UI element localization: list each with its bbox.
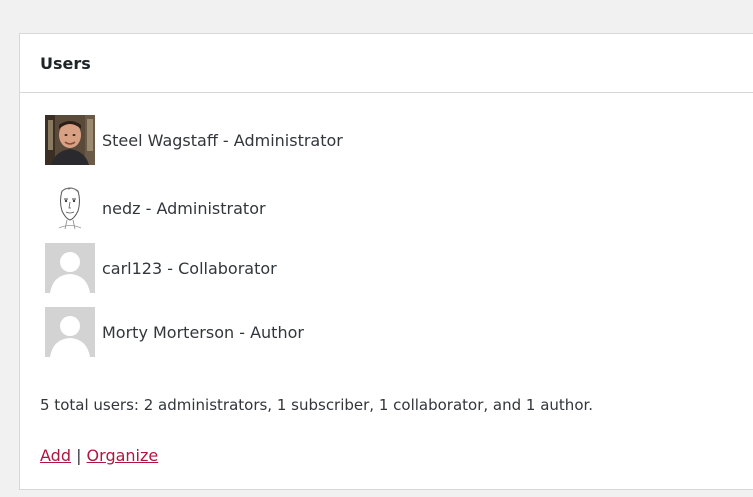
user-label: carl123 - Collaborator <box>102 258 277 278</box>
user-item: Steel Wagstaff - Administrator <box>45 115 343 165</box>
user-item: carl123 - Collaborator <box>45 243 277 293</box>
user-photo-avatar <box>45 115 95 165</box>
users-panel: Users Steel Wagstaff - Administrator ned… <box>19 33 753 490</box>
user-actions: Add | Organize <box>40 446 158 465</box>
user-label: Steel Wagstaff - Administrator <box>102 130 343 150</box>
default-avatar-icon <box>45 307 95 357</box>
user-item: nedz - Administrator <box>45 183 266 233</box>
user-sketch-avatar <box>45 183 95 233</box>
user-label: Morty Morterson - Author <box>102 322 304 342</box>
user-label: nedz - Administrator <box>102 198 266 218</box>
default-avatar-icon <box>45 243 95 293</box>
panel-header: Users <box>20 34 753 93</box>
organize-users-link[interactable]: Organize <box>87 446 159 465</box>
user-item: Morty Morterson - Author <box>45 307 304 357</box>
panel-title: Users <box>40 53 91 73</box>
link-separator: | <box>70 446 87 465</box>
users-summary: 5 total users: 2 administrators, 1 subsc… <box>40 396 594 414</box>
add-user-link[interactable]: Add <box>40 446 71 465</box>
